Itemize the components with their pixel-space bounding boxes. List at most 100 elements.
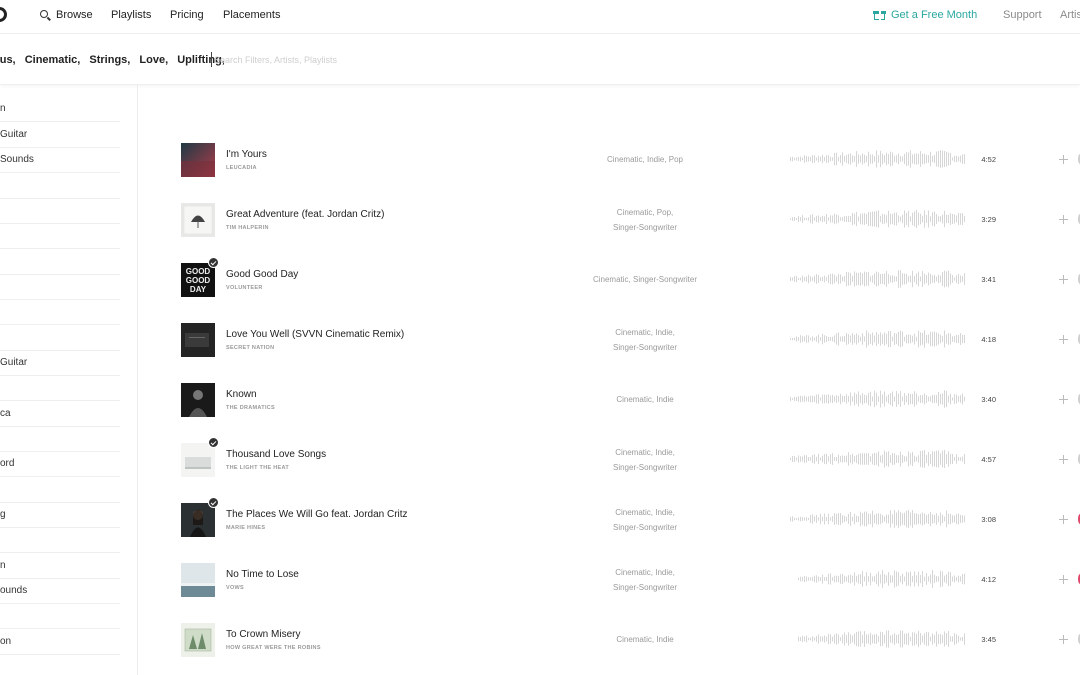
sidebar-item[interactable]: ord (0, 452, 120, 477)
waveform[interactable] (790, 150, 966, 168)
artists-link[interactable]: Artis (1060, 9, 1080, 21)
nav-browse-label: Browse (56, 9, 93, 21)
sidebar-item[interactable] (0, 275, 120, 300)
track-artist[interactable]: THE LIGHT THE HEAT (226, 465, 289, 471)
add-icon[interactable] (1059, 155, 1068, 164)
sidebar-item[interactable]: ounds (0, 579, 120, 604)
filter-chip[interactable]: Love, (139, 54, 168, 66)
add-icon[interactable] (1059, 455, 1068, 464)
nav-playlists[interactable]: Playlists (111, 9, 151, 21)
track-artist[interactable]: VOWS (226, 585, 244, 591)
waveform[interactable] (790, 330, 966, 348)
nav-placements[interactable]: Placements (223, 9, 280, 21)
waveform[interactable] (790, 390, 966, 408)
album-art[interactable] (181, 383, 215, 417)
sidebar-item[interactable] (0, 300, 120, 325)
sidebar-item[interactable] (0, 427, 120, 452)
add-icon[interactable] (1059, 635, 1068, 644)
track-title[interactable]: Known (226, 389, 257, 400)
track-title[interactable]: I'm Yours (226, 149, 267, 160)
album-art[interactable] (181, 203, 215, 237)
sidebar-item[interactable]: Sounds (0, 148, 120, 173)
sidebar-item[interactable] (0, 604, 120, 629)
svg-text:DAY: DAY (190, 285, 207, 294)
track-artist[interactable]: SECRET NATION (226, 345, 274, 351)
sidebar-item[interactable] (0, 224, 120, 249)
track-row[interactable]: Known THE DRAMATICS Cinematic, Indie 3:4… (150, 381, 1080, 441)
track-artist[interactable]: MARIE HINES (226, 525, 265, 531)
track-title[interactable]: No Time to Lose (226, 569, 299, 580)
genre-line: Cinematic, Indie, (615, 328, 675, 337)
support-link[interactable]: Support (1003, 9, 1042, 21)
track-title[interactable]: To Crown Misery (226, 629, 300, 640)
waveform[interactable] (790, 270, 966, 288)
track-duration: 3:08 (981, 515, 996, 524)
nav-browse[interactable]: Browse (40, 9, 93, 21)
track-genres: Cinematic, Pop, Singer-Songwriter (550, 201, 740, 241)
sidebar-item[interactable] (0, 478, 120, 503)
track-artist[interactable]: LEUCADIA (226, 165, 257, 171)
sidebar-item[interactable] (0, 250, 120, 275)
logo[interactable] (0, 7, 7, 22)
nav-pricing[interactable]: Pricing (170, 9, 204, 21)
track-row[interactable]: GOOD GOOD DAY Good Good Day VOLUNTEER Ci… (150, 257, 1080, 321)
track-duration: 3:40 (981, 395, 996, 404)
sidebar-item[interactable] (0, 326, 120, 351)
free-month-link[interactable]: Get a Free Month (891, 9, 977, 21)
filter-chip[interactable]: Cinematic, (25, 54, 81, 66)
sidebar-item[interactable]: on (0, 630, 120, 655)
album-art[interactable] (181, 563, 215, 597)
track-row[interactable]: I'm Yours LEUCADIA Cinematic, Indie, Pop… (150, 141, 1080, 201)
search-input[interactable] (214, 50, 514, 70)
filter-sidebar: n Guitar Sounds Guitar ca ord g n ounds … (0, 85, 138, 675)
add-icon[interactable] (1059, 515, 1068, 524)
filter-chip[interactable]: Strings, (89, 54, 130, 66)
sidebar-item[interactable]: g (0, 503, 120, 528)
sidebar-item[interactable] (0, 528, 120, 553)
sidebar-item[interactable]: ca (0, 402, 120, 427)
sidebar-item[interactable] (0, 199, 120, 224)
track-row[interactable]: The Places We Will Go feat. Jordan Critz… (150, 497, 1080, 561)
track-title[interactable]: The Places We Will Go feat. Jordan Critz (226, 509, 408, 520)
album-art[interactable] (181, 503, 215, 537)
track-title[interactable]: Love You Well (SVVN Cinematic Remix) (226, 329, 404, 340)
sidebar-item[interactable] (0, 174, 120, 199)
add-icon[interactable] (1059, 275, 1068, 284)
add-icon[interactable] (1059, 215, 1068, 224)
track-row[interactable]: Great Adventure (feat. Jordan Critz) TIM… (150, 201, 1080, 261)
waveform[interactable] (790, 450, 966, 468)
track-artist[interactable]: HOW GREAT WERE THE ROBINS (226, 645, 321, 651)
track-artist[interactable]: THE DRAMATICS (226, 405, 275, 411)
track-title[interactable]: Great Adventure (feat. Jordan Critz) (226, 209, 384, 220)
track-title[interactable]: Good Good Day (226, 269, 298, 280)
sidebar-item[interactable]: Guitar (0, 351, 120, 376)
track-row[interactable]: No Time to Lose VOWS Cinematic, Indie, Si… (150, 561, 1080, 621)
album-art[interactable] (181, 623, 215, 657)
track-row[interactable]: Love You Well (SVVN Cinematic Remix) SEC… (150, 321, 1080, 381)
track-duration: 3:45 (981, 635, 996, 644)
waveform[interactable] (790, 210, 966, 228)
add-icon[interactable] (1059, 395, 1068, 404)
album-art[interactable]: GOOD GOOD DAY (181, 263, 215, 297)
waveform[interactable] (798, 570, 966, 588)
track-artist[interactable]: TIM HALPERIN (226, 225, 269, 231)
waveform[interactable] (798, 630, 966, 648)
album-art[interactable] (181, 323, 215, 357)
album-art[interactable] (181, 443, 215, 477)
sidebar-item[interactable]: n (0, 97, 120, 122)
gift-icon[interactable] (873, 8, 886, 21)
sidebar-item[interactable]: n (0, 554, 120, 579)
filter-chip[interactable]: ous, (0, 54, 16, 66)
album-art[interactable] (181, 143, 215, 177)
waveform[interactable] (790, 510, 966, 528)
track-artist[interactable]: VOLUNTEER (226, 285, 263, 291)
track-row[interactable]: Thousand Love Songs THE LIGHT THE HEAT C… (150, 437, 1080, 501)
add-icon[interactable] (1059, 335, 1068, 344)
track-title[interactable]: Thousand Love Songs (226, 449, 326, 460)
sidebar-item[interactable]: Guitar (0, 123, 120, 148)
filter-bar: ous, Cinematic, Strings, Love, Uplifting… (0, 35, 1080, 85)
sidebar-item[interactable] (0, 376, 120, 401)
genre-line: Cinematic, Indie (616, 395, 674, 404)
track-row[interactable]: To Crown Misery HOW GREAT WERE THE ROBIN… (150, 621, 1080, 675)
add-icon[interactable] (1059, 575, 1068, 584)
